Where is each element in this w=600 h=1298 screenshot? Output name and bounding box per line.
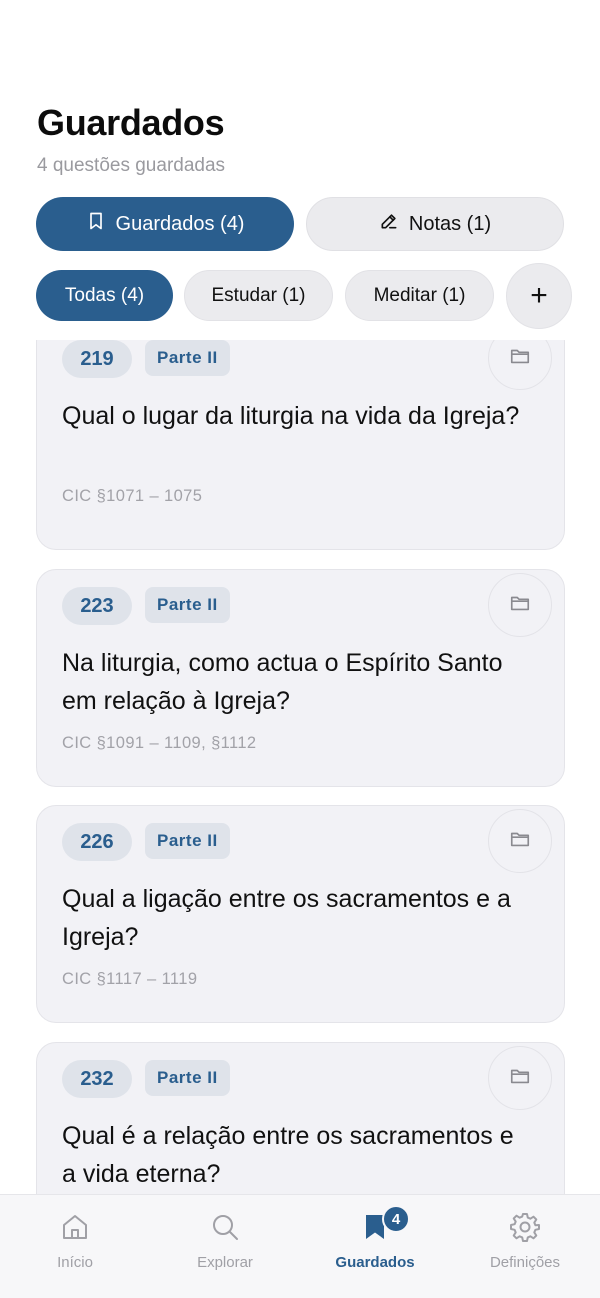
question-card[interactable]: 223 Parte II Na liturgia, como actua o E…	[36, 569, 565, 787]
folder-button[interactable]	[488, 809, 552, 873]
segment-saved-label: Guardados (4)	[115, 212, 245, 235]
filter-chip-all[interactable]: Todas (4)	[36, 270, 173, 321]
folder-icon	[509, 1065, 531, 1092]
saved-questions-list[interactable]: 219 Parte II Qual o lugar da liturgia na…	[0, 340, 600, 1194]
catechism-reference: CIC §1091 – 1109, §1112	[62, 734, 257, 752]
part-tag: Parte II	[145, 587, 230, 623]
question-number-badge: 232	[62, 1060, 132, 1098]
question-card[interactable]: 226 Parte II Qual a ligação entre os sac…	[36, 805, 565, 1023]
tab-explore[interactable]: Explorar	[165, 1211, 285, 1271]
folder-button[interactable]	[488, 340, 552, 390]
search-icon	[209, 1211, 241, 1248]
question-card[interactable]: 232 Parte II Qual é a relação entre os s…	[36, 1042, 565, 1194]
folder-icon	[509, 345, 531, 372]
catechism-reference: CIC §1071 – 1075	[62, 487, 203, 505]
question-text: Na liturgia, como actua o Espírito Santo…	[62, 649, 503, 715]
folder-button[interactable]	[488, 573, 552, 637]
folder-icon	[509, 828, 531, 855]
bookmark-icon	[86, 211, 106, 237]
tab-saved-badge: 4	[382, 1205, 410, 1233]
segment-notes-label: Notas (1)	[408, 212, 492, 235]
catechism-reference: CIC §1117 – 1119	[62, 970, 198, 988]
tab-saved[interactable]: 4 Guardados	[315, 1205, 435, 1271]
folder-icon	[509, 592, 531, 619]
segment-notes-button[interactable]: Notas (1)	[306, 197, 564, 251]
tab-home-label: Início	[57, 1254, 93, 1271]
question-number-badge: 223	[62, 587, 132, 625]
tab-explore-label: Explorar	[197, 1254, 253, 1271]
folder-button[interactable]	[488, 1046, 552, 1110]
filter-chip-study[interactable]: Estudar (1)	[184, 270, 333, 321]
page-title: Guardados	[37, 102, 225, 143]
pencil-icon	[379, 211, 399, 237]
page-subtitle: 4 questões guardadas	[37, 155, 226, 176]
part-tag: Parte II	[145, 340, 230, 376]
segment-saved-button[interactable]: Guardados (4)	[36, 197, 294, 251]
tab-saved-label: Guardados	[335, 1254, 415, 1271]
part-tag: Parte II	[145, 1060, 230, 1096]
home-icon	[59, 1211, 91, 1248]
question-text: Qual o lugar da liturgia na vida da Igre…	[62, 402, 520, 430]
question-number-badge: 219	[62, 340, 132, 378]
tab-bar: Início Explorar 4 Guardados Definições	[0, 1194, 600, 1298]
part-tag: Parte II	[145, 823, 230, 859]
gear-icon	[509, 1211, 541, 1248]
tab-settings-label: Definições	[489, 1254, 561, 1271]
question-card[interactable]: 219 Parte II Qual o lugar da liturgia na…	[36, 340, 565, 550]
question-text: Qual é a relação entre os sacramentos e …	[62, 1122, 514, 1188]
question-text: Qual a ligação entre os sacramentos e a …	[62, 885, 511, 951]
add-filter-button[interactable]: +	[506, 263, 572, 329]
tab-home[interactable]: Início	[15, 1211, 135, 1271]
tab-settings[interactable]: Definições	[465, 1211, 585, 1271]
question-number-badge: 226	[62, 823, 132, 861]
filter-chip-meditate[interactable]: Meditar (1)	[345, 270, 494, 321]
